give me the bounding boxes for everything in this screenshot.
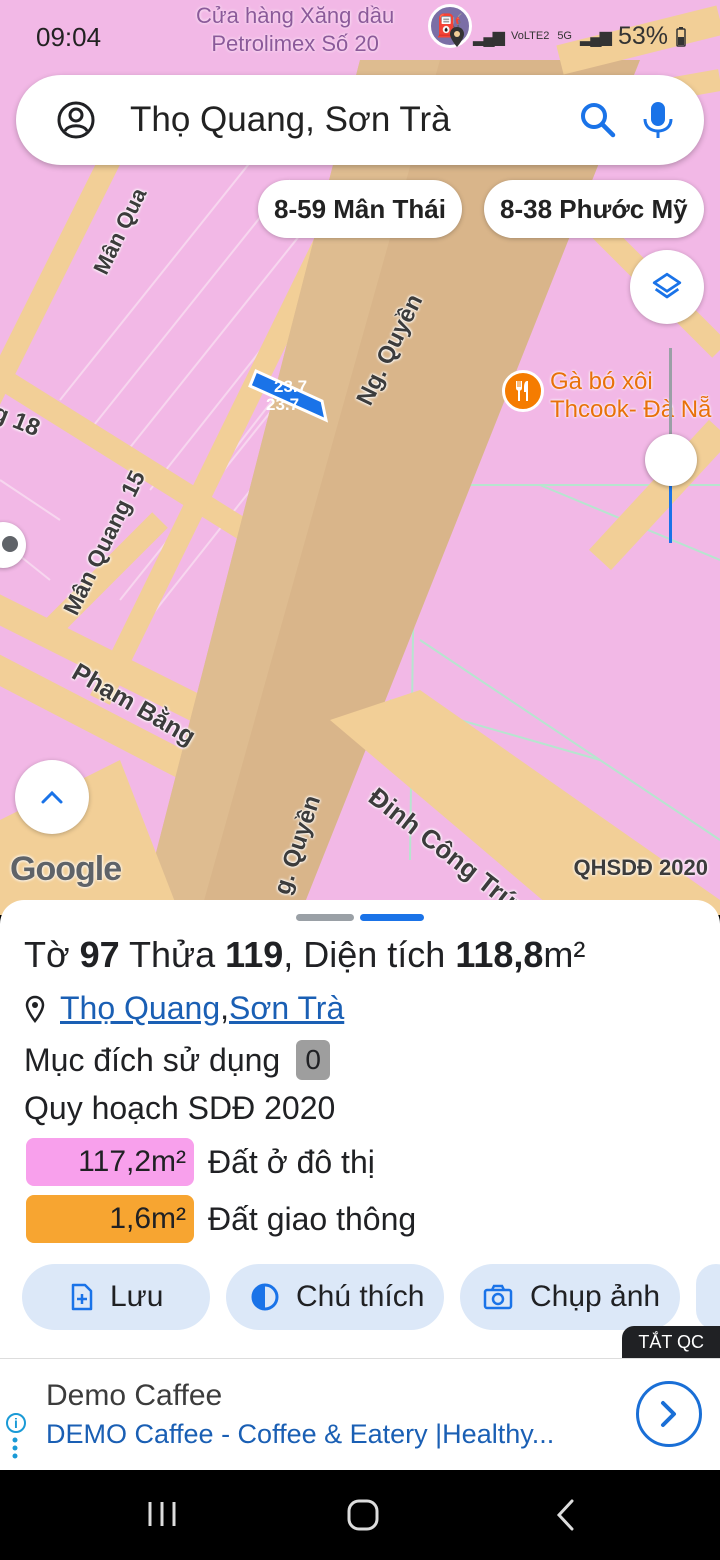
contrast-icon — [251, 1283, 279, 1311]
layers-button[interactable] — [630, 250, 704, 324]
sheet-handle-active[interactable] — [360, 914, 424, 921]
signal-icon: ▂▄▆ — [580, 28, 612, 46]
battery-icon — [676, 26, 686, 47]
save-button[interactable]: Lưu — [22, 1264, 210, 1330]
ads-off-button[interactable]: TẮT QC — [622, 1326, 720, 1358]
recent-apps-icon[interactable] — [146, 1498, 178, 1530]
more-action-button[interactable] — [696, 1264, 720, 1330]
5g-icon: 5G — [557, 30, 572, 42]
location-pin-icon — [25, 995, 45, 1023]
district-link[interactable]: Sơn Trà — [229, 990, 344, 1027]
legend-row: 117,2m² Đất ở đô thị — [26, 1138, 375, 1186]
usage-label: Mục đích sử dụng — [24, 1041, 281, 1078]
separator: , — [220, 990, 229, 1026]
title-text: Thửa — [119, 934, 226, 975]
fork-knife-icon — [516, 381, 528, 401]
legend-area-box: 1,6m² — [26, 1195, 194, 1243]
battery-percent: 53% — [617, 22, 668, 50]
map-view[interactable]: Mân Qua g 18 Mân Quang 15 Ng. Quyền Phạm… — [0, 0, 720, 915]
home-icon[interactable] — [346, 1498, 380, 1532]
restaurant-line: Thcook- Đà Nẵ — [550, 396, 712, 423]
address-chip[interactable]: 8-38 Phước Mỹ — [484, 180, 704, 238]
layers-icon — [652, 272, 682, 299]
restaurant-label[interactable]: Gà bó xôi Thcook- Đà Nẵ — [550, 368, 711, 424]
address-chip[interactable]: 8-59 Mân Thái — [258, 180, 462, 238]
notes-label: Chú thích — [296, 1280, 425, 1313]
ad-subtitle[interactable]: DEMO Caffee - Coffee & Eatery |Healthy..… — [46, 1419, 554, 1450]
chevron-up-icon — [41, 790, 63, 804]
plan-layer-label: QHSDĐ 2020 — [573, 855, 708, 880]
add-file-icon — [71, 1283, 93, 1311]
title-text: , Diện tích — [283, 934, 456, 975]
parcel-edge-label: 23.7 — [274, 377, 308, 396]
parcel-title: Tờ 97 Thửa 119, Diện tích 118,8m² — [24, 934, 585, 976]
plan-title: Quy hoạch SDĐ 2020 — [24, 1090, 336, 1126]
legend-label: Đất giao thông — [208, 1200, 417, 1237]
volte-icon: VoLTE2 — [510, 30, 550, 42]
parcel-edge-label: 23.7 — [266, 395, 300, 414]
status-time: 09:04 — [36, 22, 102, 52]
parcel-area: 118,8 — [455, 934, 544, 975]
ward-link[interactable]: Thọ Quang — [60, 990, 220, 1027]
location-row: Thọ Quang, Sơn Trà — [24, 990, 344, 1027]
legend-area-box: 117,2m² — [26, 1138, 194, 1186]
parcel-number: 119 — [225, 934, 284, 975]
search-icon[interactable] — [578, 100, 618, 140]
usage-badge[interactable]: 0 — [296, 1040, 331, 1080]
more-dots-icon[interactable] — [12, 1437, 18, 1459]
search-bar[interactable]: Thọ Quang, Sơn Trà — [16, 75, 704, 165]
restaurant-pin-icon[interactable] — [502, 370, 544, 412]
status-bar: 09:04 ▂▄▆ VoLTE2 5G ▂▄▆ 53% — [0, 0, 720, 62]
chevron-right-icon — [661, 1401, 676, 1427]
system-nav-bar — [0, 1470, 720, 1560]
legend-label: Đất ở đô thị — [208, 1143, 375, 1180]
back-icon[interactable] — [554, 1498, 576, 1532]
status-icons: ▂▄▆ VoLTE2 5G ▂▄▆ 53% — [449, 22, 686, 51]
location-icon — [450, 26, 465, 47]
sheet-number: 97 — [79, 934, 120, 975]
legend-row: 1,6m² Đất giao thông — [26, 1195, 416, 1243]
usage-row: Mục đích sử dụng 0 — [24, 1040, 331, 1080]
screenshot-label: Chụp ảnh — [530, 1280, 661, 1313]
account-icon[interactable] — [56, 100, 96, 140]
restaurant-line: Gà bó xôi — [550, 368, 653, 395]
parcel-info-sheet[interactable]: Tờ 97 Thửa 119, Diện tích 118,8m² Thọ Qu… — [0, 900, 720, 1360]
area-unit: m² — [543, 934, 586, 975]
info-icon[interactable]: i — [6, 1413, 26, 1433]
google-logo: Google — [10, 850, 122, 888]
sheet-handle[interactable] — [296, 914, 354, 921]
ad-title[interactable]: Demo Caffee — [46, 1379, 222, 1413]
mic-icon[interactable] — [640, 100, 676, 140]
opacity-slider-thumb[interactable] — [645, 434, 697, 486]
signal-icon: ▂▄▆ — [473, 28, 505, 46]
camera-icon — [483, 1284, 513, 1310]
expand-button[interactable] — [15, 760, 89, 834]
ad-banner[interactable]: i Demo Caffee DEMO Caffee - Coffee & Eat… — [0, 1358, 720, 1470]
ad-open-button[interactable] — [636, 1381, 702, 1447]
search-input[interactable]: Thọ Quang, Sơn Trà — [130, 100, 578, 140]
save-label: Lưu — [110, 1280, 164, 1313]
screenshot-button[interactable]: Chụp ảnh — [460, 1264, 680, 1330]
legend-button[interactable]: Chú thích — [226, 1264, 444, 1330]
title-text: Tờ — [24, 934, 80, 975]
